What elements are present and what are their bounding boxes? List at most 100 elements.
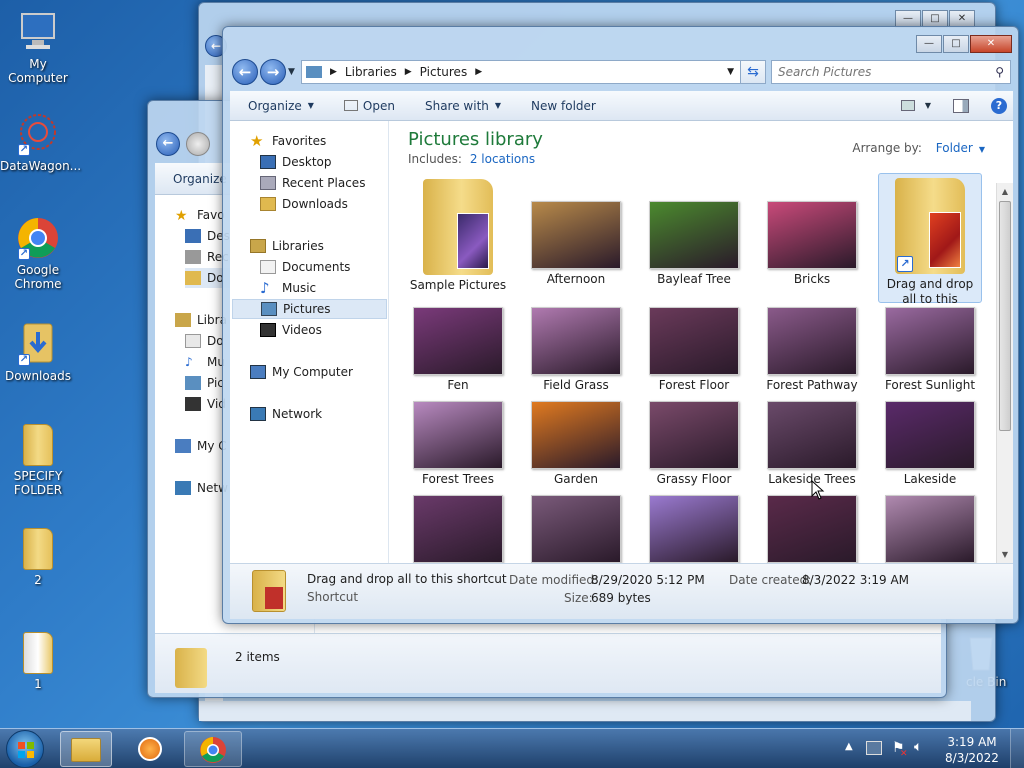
- image-tile[interactable]: Garden: [524, 379, 628, 486]
- computer-icon: [250, 365, 266, 379]
- address-dropdown[interactable]: ▼: [727, 67, 734, 77]
- nav-pictures[interactable]: Pictures: [232, 299, 387, 319]
- nav-favorites[interactable]: ★ Favo: [175, 205, 225, 225]
- chrome-icon: [200, 737, 226, 763]
- breadcrumb-separator[interactable]: ▶: [330, 67, 337, 77]
- nav-libraries[interactable]: Libraries: [250, 236, 324, 256]
- nav-my-computer[interactable]: My Computer: [250, 362, 353, 382]
- image-tile[interactable]: Forest Floor: [642, 285, 746, 392]
- nav-music[interactable]: ♪ Music: [260, 278, 316, 298]
- breadcrumb-separator[interactable]: ▶: [405, 67, 412, 77]
- clock-date: 8/3/2022: [945, 751, 999, 765]
- window-body: Organize ▼ Open Share with ▼ New folder ▼ …: [230, 91, 1013, 619]
- image-tile[interactable]: Grassy Floor: [642, 379, 746, 486]
- image-tile[interactable]: Forest Trees: [406, 379, 510, 486]
- image-tile[interactable]: Forest Pathway: [760, 285, 864, 392]
- taskbar-explorer-button[interactable]: [60, 731, 112, 767]
- image-tile[interactable]: [406, 473, 510, 563]
- open-icon: [343, 100, 358, 111]
- desktop-icon-downloads[interactable]: ↗ Downloads: [0, 318, 76, 383]
- image-tile[interactable]: Field Grass: [524, 285, 628, 392]
- search-icon[interactable]: ⚲: [995, 65, 1004, 79]
- desktop-icon-google-chrome[interactable]: ↗ Google Chrome: [0, 216, 76, 291]
- desktop-icon-my-computer[interactable]: My Computer: [0, 10, 76, 85]
- show-hidden-icons-button[interactable]: ▲: [845, 741, 853, 752]
- chevron-down-icon[interactable]: ▼: [925, 101, 931, 110]
- back-button[interactable]: ←: [156, 132, 180, 156]
- breadcrumb-libraries[interactable]: Libraries: [345, 65, 397, 79]
- desktop-icon: [185, 229, 201, 243]
- image-tile[interactable]: Afternoon: [524, 179, 628, 286]
- music-icon: ♪: [260, 279, 270, 297]
- scroll-down-arrow[interactable]: ▼: [997, 546, 1013, 563]
- explorer-window[interactable]: — □ ✕ ← → ▼ ▶ Libraries ▶ Pictures ▶ ▼ ⇆…: [222, 26, 1019, 624]
- downloads-folder-icon: ↗: [16, 318, 60, 366]
- nav-network[interactable]: Netw: [175, 478, 228, 498]
- close-button[interactable]: ✕: [970, 35, 1012, 53]
- desktop-icon-folder-2[interactable]: 2: [0, 528, 76, 587]
- share-with-menu[interactable]: Share with ▼: [425, 99, 501, 113]
- nav-documents[interactable]: Do: [185, 331, 224, 351]
- nav-videos[interactable]: Videos: [260, 320, 322, 340]
- photo-thumbnail: [885, 495, 975, 563]
- search-input[interactable]: [772, 65, 982, 79]
- image-tile[interactable]: Lakeside Trees: [760, 379, 864, 486]
- nav-desktop[interactable]: Desktop: [260, 152, 332, 172]
- documents-icon: [260, 260, 276, 274]
- address-bar[interactable]: ▶ Libraries ▶ Pictures ▶ ▼: [301, 60, 741, 84]
- image-tile[interactable]: Forest Sunlight: [878, 285, 982, 392]
- minimize-button[interactable]: —: [916, 35, 942, 53]
- image-tile[interactable]: [524, 473, 628, 563]
- volume-icon[interactable]: 🔈︎: [914, 739, 922, 755]
- nav-label: Favorites: [272, 134, 327, 148]
- preview-pane-icon[interactable]: [953, 98, 969, 113]
- new-folder-button[interactable]: New folder: [531, 99, 596, 113]
- nav-recent-places[interactable]: Recent Places: [260, 173, 365, 193]
- nav-pictures[interactable]: Pic: [185, 373, 224, 393]
- taskbar-media-player-button[interactable]: [124, 731, 176, 767]
- nav-favorites[interactable]: ★ Favorites: [250, 131, 326, 151]
- desktop-icon-folder-1[interactable]: 1: [0, 632, 76, 691]
- nav-documents[interactable]: Documents: [260, 257, 350, 277]
- nav-my-computer[interactable]: My C: [175, 436, 227, 456]
- image-tile[interactable]: Lakeside: [878, 379, 982, 486]
- shortcut-tile[interactable]: ↗Drag and drop all to this shortcut: [878, 173, 982, 321]
- breadcrumb-separator[interactable]: ▶: [475, 67, 482, 77]
- forward-button[interactable]: →: [260, 59, 286, 85]
- maximize-button[interactable]: □: [943, 35, 969, 53]
- image-tile[interactable]: Bricks: [760, 179, 864, 286]
- organize-menu[interactable]: Organize ▼: [248, 99, 314, 113]
- nav-network[interactable]: Network: [250, 404, 322, 424]
- open-button[interactable]: Open: [343, 99, 395, 113]
- desktop-icon-datawagon[interactable]: ↗ DataWagon...: [0, 112, 81, 173]
- image-tile[interactable]: [642, 473, 746, 563]
- scrollbar-thumb[interactable]: [999, 201, 1011, 431]
- refresh-button[interactable]: ⇆: [740, 60, 766, 84]
- nav-music[interactable]: ♪ Mu: [185, 352, 225, 372]
- nav-videos[interactable]: Vid: [185, 394, 226, 414]
- action-center-flag-icon[interactable]: ⚑ ✕: [892, 740, 908, 759]
- image-tile[interactable]: Bayleaf Tree: [642, 179, 746, 286]
- nav-label: Videos: [282, 323, 322, 337]
- recent-pages-dropdown[interactable]: ▼: [288, 67, 295, 77]
- start-button[interactable]: [6, 730, 44, 768]
- network-tray-icon[interactable]: [866, 741, 882, 755]
- scroll-up-arrow[interactable]: ▲: [997, 183, 1013, 200]
- nav-downloads[interactable]: Downloads: [260, 194, 348, 214]
- search-box[interactable]: ⚲: [771, 60, 1011, 84]
- show-desktop-button[interactable]: [1010, 729, 1024, 768]
- change-view-icon[interactable]: [900, 100, 915, 111]
- help-icon[interactable]: ?: [991, 97, 1007, 114]
- folder-tile[interactable]: Sample Pictures: [406, 179, 510, 292]
- nav-libraries[interactable]: Libra: [175, 310, 227, 330]
- clock[interactable]: 3:19 AM 8/3/2022: [940, 734, 1004, 766]
- breadcrumb-pictures[interactable]: Pictures: [420, 65, 468, 79]
- image-tile[interactable]: Fen: [406, 285, 510, 392]
- forward-button[interactable]: [186, 132, 210, 156]
- image-tile[interactable]: [878, 473, 982, 563]
- organize-menu[interactable]: Organize: [173, 172, 227, 186]
- desktop-icon-specify-folder[interactable]: SPECIFY FOLDER: [0, 424, 76, 497]
- taskbar-chrome-button[interactable]: [184, 731, 242, 767]
- vertical-scrollbar[interactable]: ▲ ▼: [996, 183, 1013, 563]
- back-button[interactable]: ←: [232, 59, 258, 85]
